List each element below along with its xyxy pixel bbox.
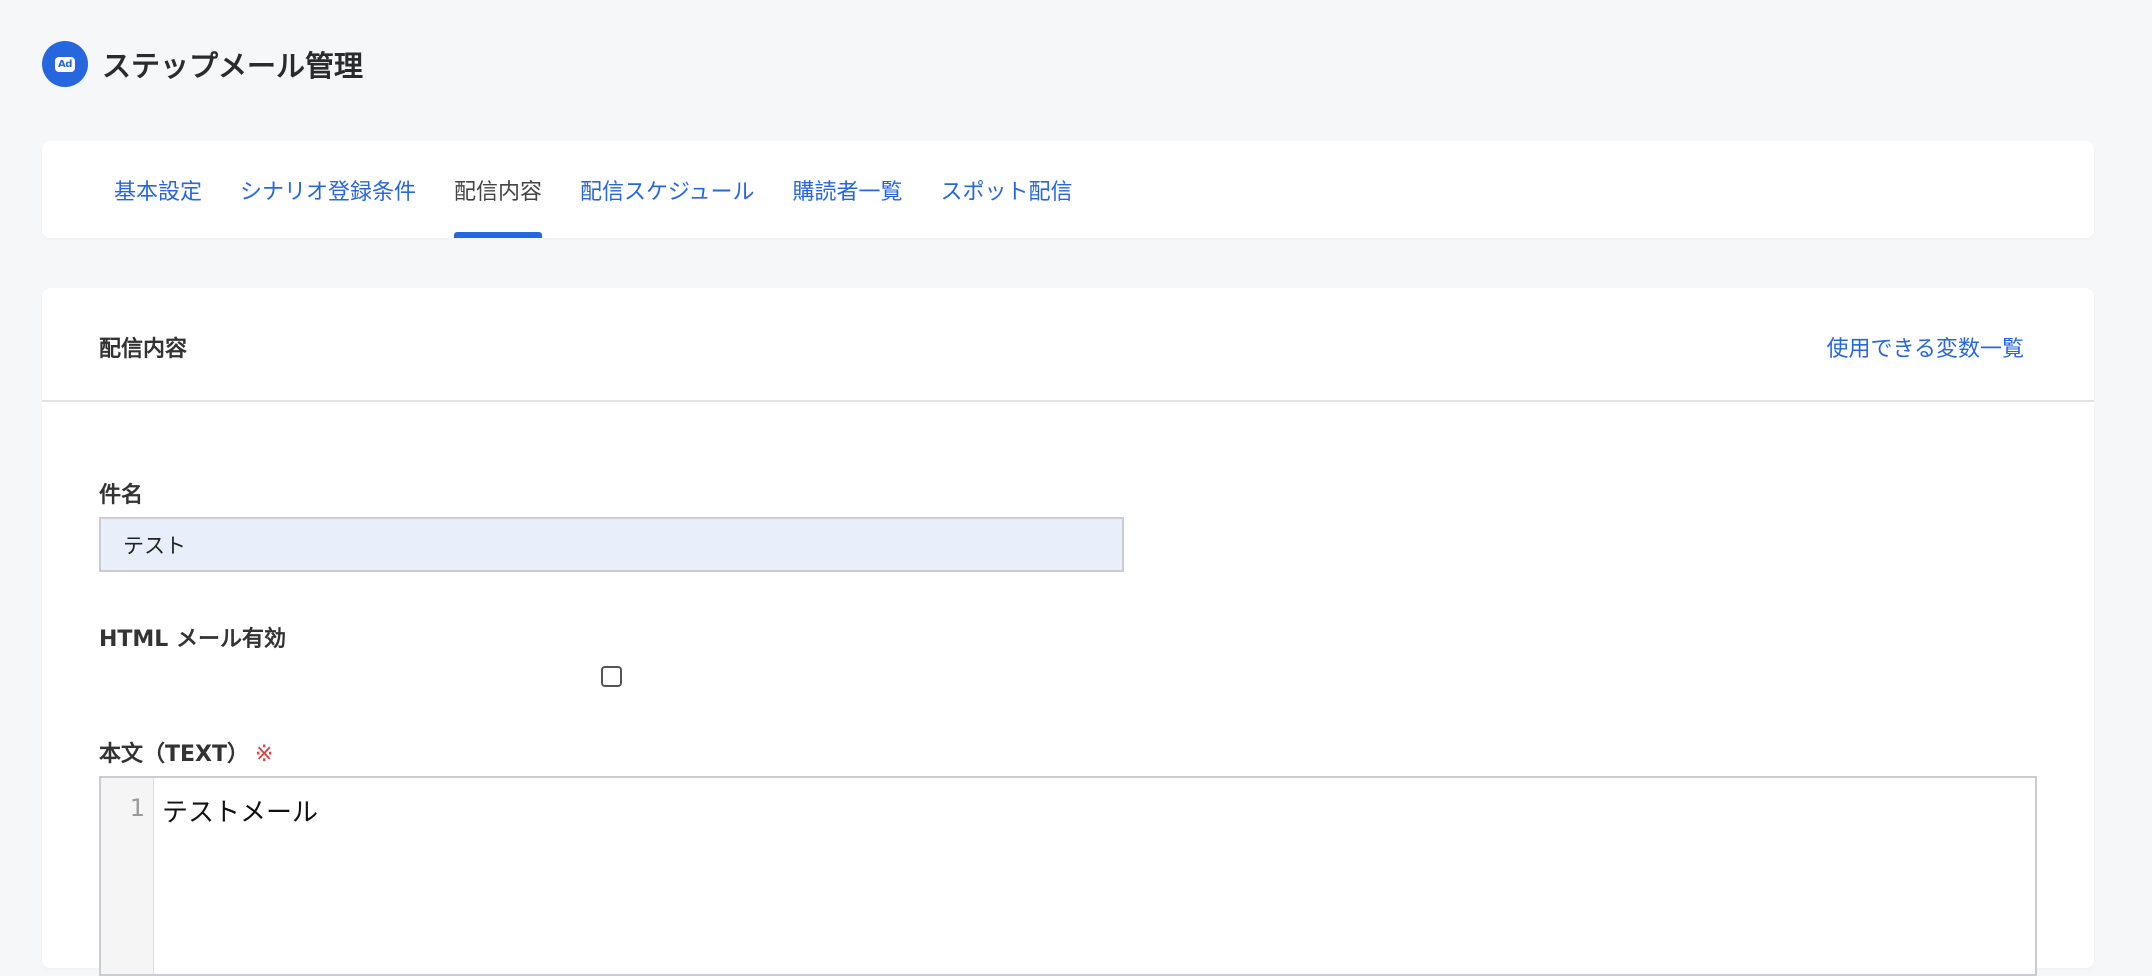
tab-delivery-schedule[interactable]: 配信スケジュール <box>580 141 754 238</box>
html-mail-label: HTML メール有効 <box>99 627 286 652</box>
variables-list-link[interactable]: 使用できる変数一覧 <box>1826 331 2024 363</box>
ad-logo-icon: Ad <box>42 41 88 87</box>
tab-spot-delivery[interactable]: スポット配信 <box>941 141 1073 238</box>
required-mark: ※ <box>255 742 274 767</box>
tab-scenario-conditions[interactable]: シナリオ登録条件 <box>240 141 416 238</box>
card-title: 配信内容 <box>99 337 188 362</box>
html-mail-checkbox[interactable] <box>601 666 622 687</box>
tab-list: 基本設定 シナリオ登録条件 配信内容 配信スケジュール 購読者一覧 スポット配信 <box>114 141 1073 238</box>
page-header: Ad ステップメール管理 <box>42 40 363 88</box>
subject-label: 件名 <box>99 483 144 508</box>
tab-delivery-content[interactable]: 配信内容 <box>454 141 543 238</box>
editor-content[interactable]: テストメール <box>154 778 2035 974</box>
body-text-label: 本文（TEXT） <box>99 742 250 767</box>
line-number: 1 <box>129 794 145 822</box>
line-number-gutter: 1 <box>101 778 154 974</box>
page-title: ステップメール管理 <box>102 49 364 83</box>
tab-basic-settings[interactable]: 基本設定 <box>114 141 202 238</box>
tab-subscriber-list[interactable]: 購読者一覧 <box>793 141 903 238</box>
tab-bar: 基本設定 シナリオ登録条件 配信内容 配信スケジュール 購読者一覧 スポット配信 <box>42 141 2094 238</box>
subject-input[interactable] <box>99 517 1124 572</box>
content-card: 配信内容 使用できる変数一覧 件名 HTML メール有効 本文（TEXT）※ 1… <box>42 288 2094 976</box>
logo-text: Ad <box>55 56 75 72</box>
body-text-label-row: 本文（TEXT） ※ <box>99 736 273 768</box>
body-text-editor[interactable]: 1 テストメール <box>99 776 2037 976</box>
card-header: 配信内容 使用できる変数一覧 <box>42 288 2094 402</box>
